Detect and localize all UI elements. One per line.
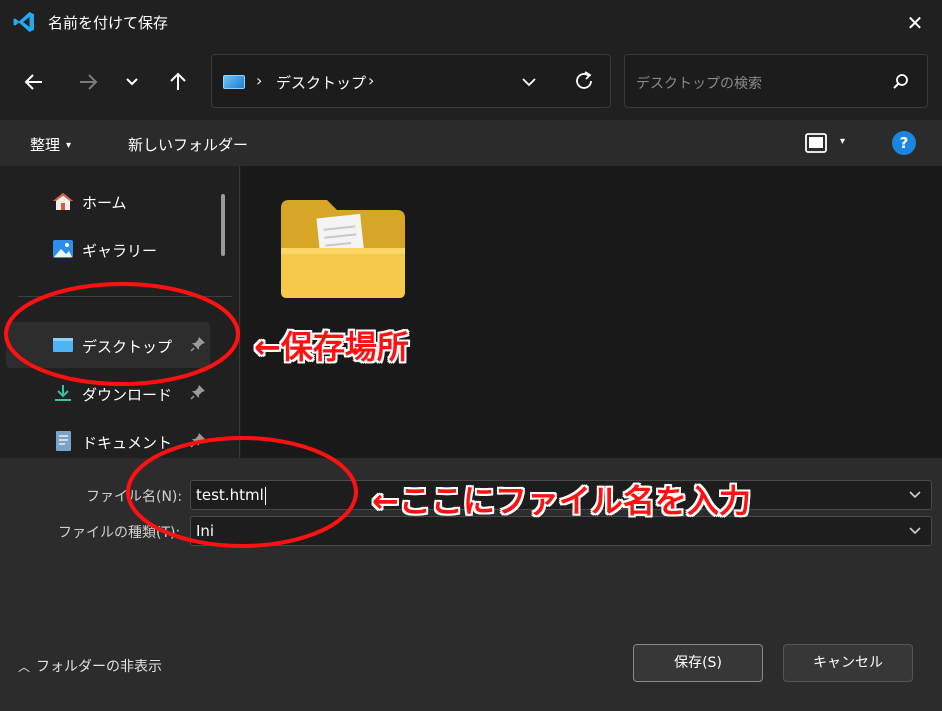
sidebar-item-home[interactable]: ホーム (6, 178, 210, 224)
filetype-value: Ini (196, 522, 215, 540)
new-folder-button[interactable]: 新しいフォルダー (128, 134, 248, 155)
organize-label: 整理 (30, 136, 61, 154)
sidebar-item-gallery[interactable]: ギャラリー (6, 226, 210, 272)
sidebar-item-label: デスクトップ (82, 338, 173, 356)
file-list-pane (241, 166, 942, 458)
close-icon[interactable]: ✕ (902, 10, 928, 36)
breadcrumb-separator: › (256, 71, 263, 90)
arrow-left-icon (24, 74, 42, 90)
vscode-icon (13, 12, 34, 32)
search-placeholder: デスクトップの検索 (636, 76, 762, 92)
save-button[interactable]: 保存(S) (633, 644, 763, 682)
download-icon (55, 385, 71, 401)
filetype-label: ファイルの種類(T): (58, 525, 181, 541)
search-box[interactable]: デスクトップの検索 (624, 54, 928, 108)
command-bar: 整理 ▾ 新しいフォルダー ▾ ? (0, 120, 942, 166)
caret-down-icon: ▾ (66, 140, 72, 151)
chevron-down-icon[interactable] (907, 522, 923, 538)
window-title: 名前を付けて保存 (48, 14, 169, 32)
up-button[interactable] (162, 66, 194, 98)
annotation-filename-note: ←ここにファイル名を入力 (372, 482, 751, 520)
help-button[interactable]: ? (892, 131, 916, 155)
arrow-up-icon (170, 72, 186, 90)
arrow-right-icon (80, 74, 98, 90)
sidebar-scrollbar[interactable] (221, 194, 225, 256)
annotation-location-note: ←保存場所 (254, 328, 409, 366)
sidebar-item-label: ドキュメント (82, 434, 173, 452)
title-bar: 名前を付けて保存 ✕ (0, 0, 942, 44)
desktop-icon (53, 338, 73, 352)
folder-icon[interactable] (279, 194, 407, 302)
pin-icon[interactable] (190, 336, 206, 352)
caret-down-icon[interactable]: ▾ (840, 136, 845, 147)
sidebar-item-label: ギャラリー (82, 242, 158, 260)
desktop-icon (223, 75, 245, 89)
breadcrumb-separator[interactable]: › (368, 71, 374, 90)
home-icon (53, 193, 73, 210)
cancel-button[interactable]: キャンセル (783, 644, 913, 682)
refresh-icon[interactable] (572, 69, 596, 93)
sidebar-item-desktop[interactable]: デスクトップ (6, 322, 210, 368)
chevron-down-icon[interactable] (907, 486, 923, 502)
pin-icon[interactable] (190, 384, 206, 400)
breadcrumb-desktop[interactable]: デスクトップ (276, 72, 366, 93)
sidebar-item-label: ダウンロード (82, 386, 173, 404)
recent-locations-button[interactable] (116, 66, 148, 98)
sidebar-divider (18, 296, 232, 297)
document-icon (56, 431, 71, 451)
chevron-down-icon[interactable] (518, 71, 540, 93)
text-cursor (264, 486, 266, 505)
chevron-down-icon (126, 78, 138, 86)
back-button[interactable] (18, 66, 50, 98)
gallery-icon (53, 240, 73, 258)
address-bar[interactable]: › デスクトップ › (211, 54, 611, 108)
filename-value: test.html (196, 486, 264, 504)
hide-folders-toggle[interactable]: ︿ フォルダーの非表示 (18, 656, 162, 676)
sidebar-item-label: ホーム (82, 194, 127, 212)
sidebar-item-documents[interactable]: ドキュメント (6, 418, 210, 458)
filename-label: ファイル名(N): (86, 489, 183, 505)
view-mode-icon[interactable] (804, 132, 828, 154)
sidebar-item-downloads[interactable]: ダウンロード (6, 370, 210, 416)
pin-icon[interactable] (190, 432, 206, 448)
hide-folders-label: フォルダーの非表示 (36, 659, 163, 675)
forward-button[interactable] (72, 66, 104, 98)
organize-button[interactable]: 整理 ▾ (30, 134, 71, 155)
search-icon[interactable] (891, 72, 911, 92)
chevron-up-icon: ︿ (18, 660, 31, 674)
navigation-bar: › デスクトップ › デスクトップの検索 (0, 44, 942, 120)
navigation-pane: ホーム ギャラリー デスクトップ ダウンロード ドキュメント (0, 166, 240, 458)
